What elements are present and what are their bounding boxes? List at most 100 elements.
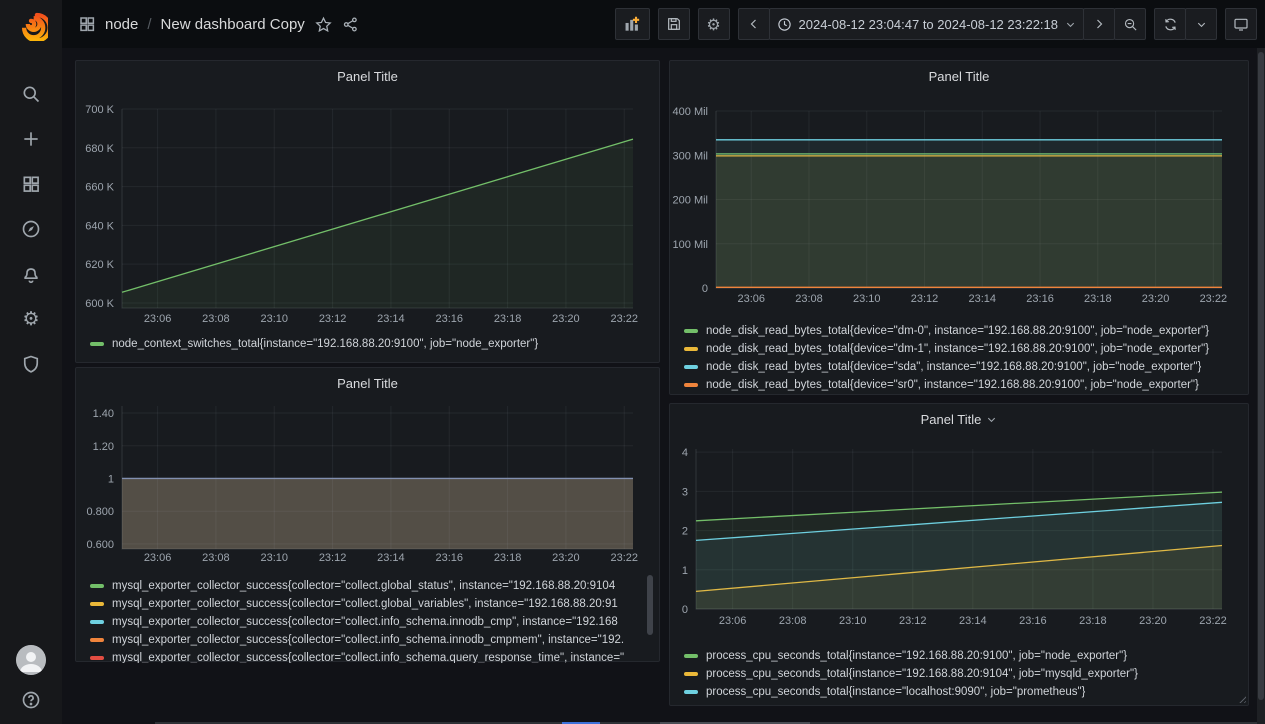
legend-item[interactable]: process_cpu_seconds_total{instance="loca… — [684, 683, 1238, 701]
save-icon — [666, 16, 682, 32]
apps-grid-icon — [78, 15, 96, 33]
legend-label: process_cpu_seconds_total{instance="192.… — [706, 668, 1138, 680]
legend-item[interactable]: node_disk_read_bytes_total{device="sda",… — [684, 358, 1238, 376]
time-shift-back-button[interactable] — [738, 8, 770, 40]
panel-menu-caret-icon[interactable] — [986, 414, 997, 425]
svg-text:620 K: 620 K — [85, 259, 114, 271]
svg-text:23:12: 23:12 — [911, 293, 939, 305]
avatar[interactable] — [16, 645, 46, 675]
legend: process_cpu_seconds_total{instance="192.… — [670, 643, 1248, 707]
refresh-interval-button[interactable] — [1185, 8, 1217, 40]
svg-text:700 K: 700 K — [85, 104, 114, 116]
svg-text:640 K: 640 K — [85, 220, 114, 232]
explore-compass-icon[interactable] — [21, 219, 41, 239]
legend-label: node_context_switches_total{instance="19… — [112, 338, 538, 350]
page-scrollbar-thumb[interactable] — [1258, 52, 1264, 700]
svg-text:0: 0 — [682, 604, 688, 616]
legend-item[interactable]: mysql_exporter_collector_success{collect… — [90, 613, 639, 631]
dashboard-settings-button[interactable]: ⚙ — [698, 8, 730, 40]
svg-text:23:14: 23:14 — [377, 313, 405, 325]
share-icon[interactable] — [342, 16, 359, 33]
chevron-left-icon — [748, 18, 760, 30]
cycle-view-mode-button[interactable] — [1225, 8, 1257, 40]
svg-text:600 K: 600 K — [85, 298, 114, 310]
legend-item[interactable]: mysql_exporter_collector_success{collect… — [90, 577, 639, 595]
legend-label: mysql_exporter_collector_success{collect… — [112, 580, 615, 592]
sidebar-bottom — [0, 645, 62, 710]
svg-text:23:06: 23:06 — [719, 615, 747, 627]
timeseries-chart[interactable]: 400 Mil300 Mil200 Mil100 Mil023:0623:082… — [670, 91, 1248, 318]
legend-item[interactable]: node_disk_read_bytes_total{device="sr0",… — [684, 376, 1238, 394]
svg-text:2: 2 — [682, 526, 688, 538]
legend-item[interactable]: mysql_exporter_collector_success{collect… — [90, 649, 639, 663]
star-icon[interactable] — [315, 16, 332, 33]
zoom-out-time-button[interactable] — [1114, 8, 1146, 40]
add-panel-button[interactable] — [615, 8, 650, 40]
tv-icon — [1233, 16, 1249, 32]
legend-swatch — [90, 638, 104, 642]
svg-text:23:06: 23:06 — [144, 313, 172, 325]
legend-label: mysql_exporter_collector_success{collect… — [112, 598, 618, 610]
breadcrumb-dashboard-title[interactable]: New dashboard Copy — [161, 16, 305, 33]
zoom-out-icon — [1123, 17, 1138, 32]
search-icon[interactable] — [21, 84, 41, 104]
svg-text:1: 1 — [108, 473, 114, 485]
legend-label: mysql_exporter_collector_success{collect… — [112, 652, 624, 663]
dashboard-canvas: Panel Title 700 K680 K660 K640 K620 K600… — [62, 48, 1265, 724]
settings-gear-icon[interactable]: ⚙ — [21, 309, 41, 329]
legend-item[interactable]: process_cpu_seconds_total{instance="192.… — [684, 665, 1238, 683]
panel-title: Panel Title — [929, 69, 990, 84]
plus-icon[interactable] — [21, 129, 41, 149]
legend-swatch — [684, 383, 698, 387]
add-panel-icon — [623, 16, 642, 33]
svg-text:23:18: 23:18 — [494, 313, 522, 325]
legend-swatch — [684, 329, 698, 333]
legend-swatch — [90, 620, 104, 624]
breadcrumb: node / New dashboard Copy — [78, 15, 305, 33]
legend-item[interactable]: mysql_exporter_collector_success{collect… — [90, 595, 639, 613]
legend-item[interactable]: mysql_exporter_collector_success{collect… — [90, 631, 639, 649]
legend: node_disk_read_bytes_total{device="dm-0"… — [670, 318, 1248, 396]
time-shift-forward-button[interactable] — [1083, 8, 1115, 40]
svg-text:23:20: 23:20 — [552, 313, 580, 325]
time-range-picker[interactable]: 2024-08-12 23:04:47 to 2024-08-12 23:22:… — [769, 8, 1085, 40]
legend-swatch — [90, 584, 104, 588]
panel-title: Panel Title — [337, 69, 398, 84]
svg-text:3: 3 — [682, 486, 688, 498]
alerts-bell-icon[interactable] — [21, 264, 41, 284]
timeseries-chart[interactable]: 700 K680 K660 K640 K620 K600 K23:0623:08… — [76, 91, 659, 331]
refresh-button[interactable] — [1154, 8, 1186, 40]
panel-disk-read-bytes: Panel Title 400 Mil300 Mil200 Mil100 Mil… — [669, 60, 1249, 395]
panel-context-switches: Panel Title 700 K680 K660 K640 K620 K600… — [75, 60, 660, 363]
refresh-icon — [1163, 17, 1178, 32]
legend-label: process_cpu_seconds_total{instance="loca… — [706, 686, 1085, 698]
svg-text:23:22: 23:22 — [1199, 615, 1227, 627]
svg-text:23:22: 23:22 — [610, 313, 638, 325]
breadcrumb-folder[interactable]: node — [105, 16, 138, 33]
svg-text:23:20: 23:20 — [552, 552, 580, 564]
panel-header[interactable]: Panel Title — [670, 61, 1248, 91]
help-icon[interactable] — [21, 690, 41, 710]
legend-item[interactable]: node_context_switches_total{instance="19… — [90, 335, 649, 353]
legend-scrollbar[interactable] — [647, 575, 653, 635]
svg-text:23:08: 23:08 — [779, 615, 807, 627]
time-picker-group: 2024-08-12 23:04:47 to 2024-08-12 23:22:… — [738, 8, 1147, 40]
legend-swatch — [684, 365, 698, 369]
legend-item[interactable]: process_cpu_seconds_total{instance="192.… — [684, 647, 1238, 665]
panel-header[interactable]: Panel Title — [670, 404, 1248, 434]
legend-item[interactable]: node_disk_read_bytes_total{device="dm-1"… — [684, 340, 1238, 358]
timeseries-chart[interactable]: 1.401.2010.8000.60023:0623:0823:1023:122… — [76, 398, 659, 571]
dashboards-icon[interactable] — [21, 174, 41, 194]
svg-text:23:16: 23:16 — [435, 313, 463, 325]
grafana-logo[interactable] — [14, 7, 48, 41]
admin-shield-icon[interactable] — [21, 354, 41, 374]
panel-header[interactable]: Panel Title — [76, 61, 659, 91]
save-dashboard-button[interactable] — [658, 8, 690, 40]
legend-item[interactable]: node_disk_read_bytes_total{device="dm-0"… — [684, 322, 1238, 340]
legend: mysql_exporter_collector_success{collect… — [76, 571, 659, 663]
svg-text:100 Mil: 100 Mil — [673, 239, 708, 251]
svg-text:23:06: 23:06 — [737, 293, 765, 305]
panel-header[interactable]: Panel Title — [76, 368, 659, 398]
timeseries-chart[interactable]: 4321023:0623:0823:1023:1223:1423:1623:18… — [670, 434, 1248, 643]
page-scrollbar-track[interactable] — [1257, 48, 1265, 724]
